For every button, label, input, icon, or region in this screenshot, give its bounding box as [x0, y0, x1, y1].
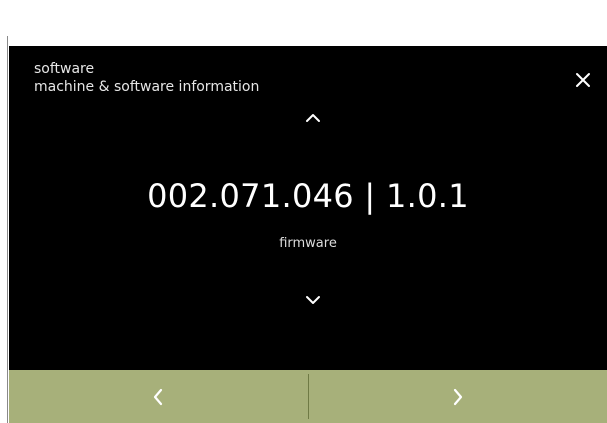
firmware-version-value: 002.071.046 | 1.0.1	[147, 177, 469, 215]
firmware-label: firmware	[279, 236, 337, 251]
close-button[interactable]	[569, 66, 597, 94]
close-icon	[576, 73, 590, 87]
footer-nav-bar	[9, 370, 607, 423]
previous-button[interactable]	[9, 370, 308, 423]
chevron-right-icon	[453, 388, 462, 405]
screen-title: software	[34, 61, 95, 77]
device-screen: software machine & software information …	[9, 46, 607, 370]
next-button[interactable]	[309, 370, 607, 423]
scroll-up-button[interactable]	[298, 108, 328, 128]
screen-subtitle: machine & software information	[34, 79, 260, 95]
chevron-left-icon	[154, 388, 163, 405]
scroll-down-button[interactable]	[298, 290, 328, 310]
left-border-line	[7, 36, 8, 423]
chevron-up-icon	[306, 114, 320, 122]
chevron-down-icon	[306, 296, 320, 304]
